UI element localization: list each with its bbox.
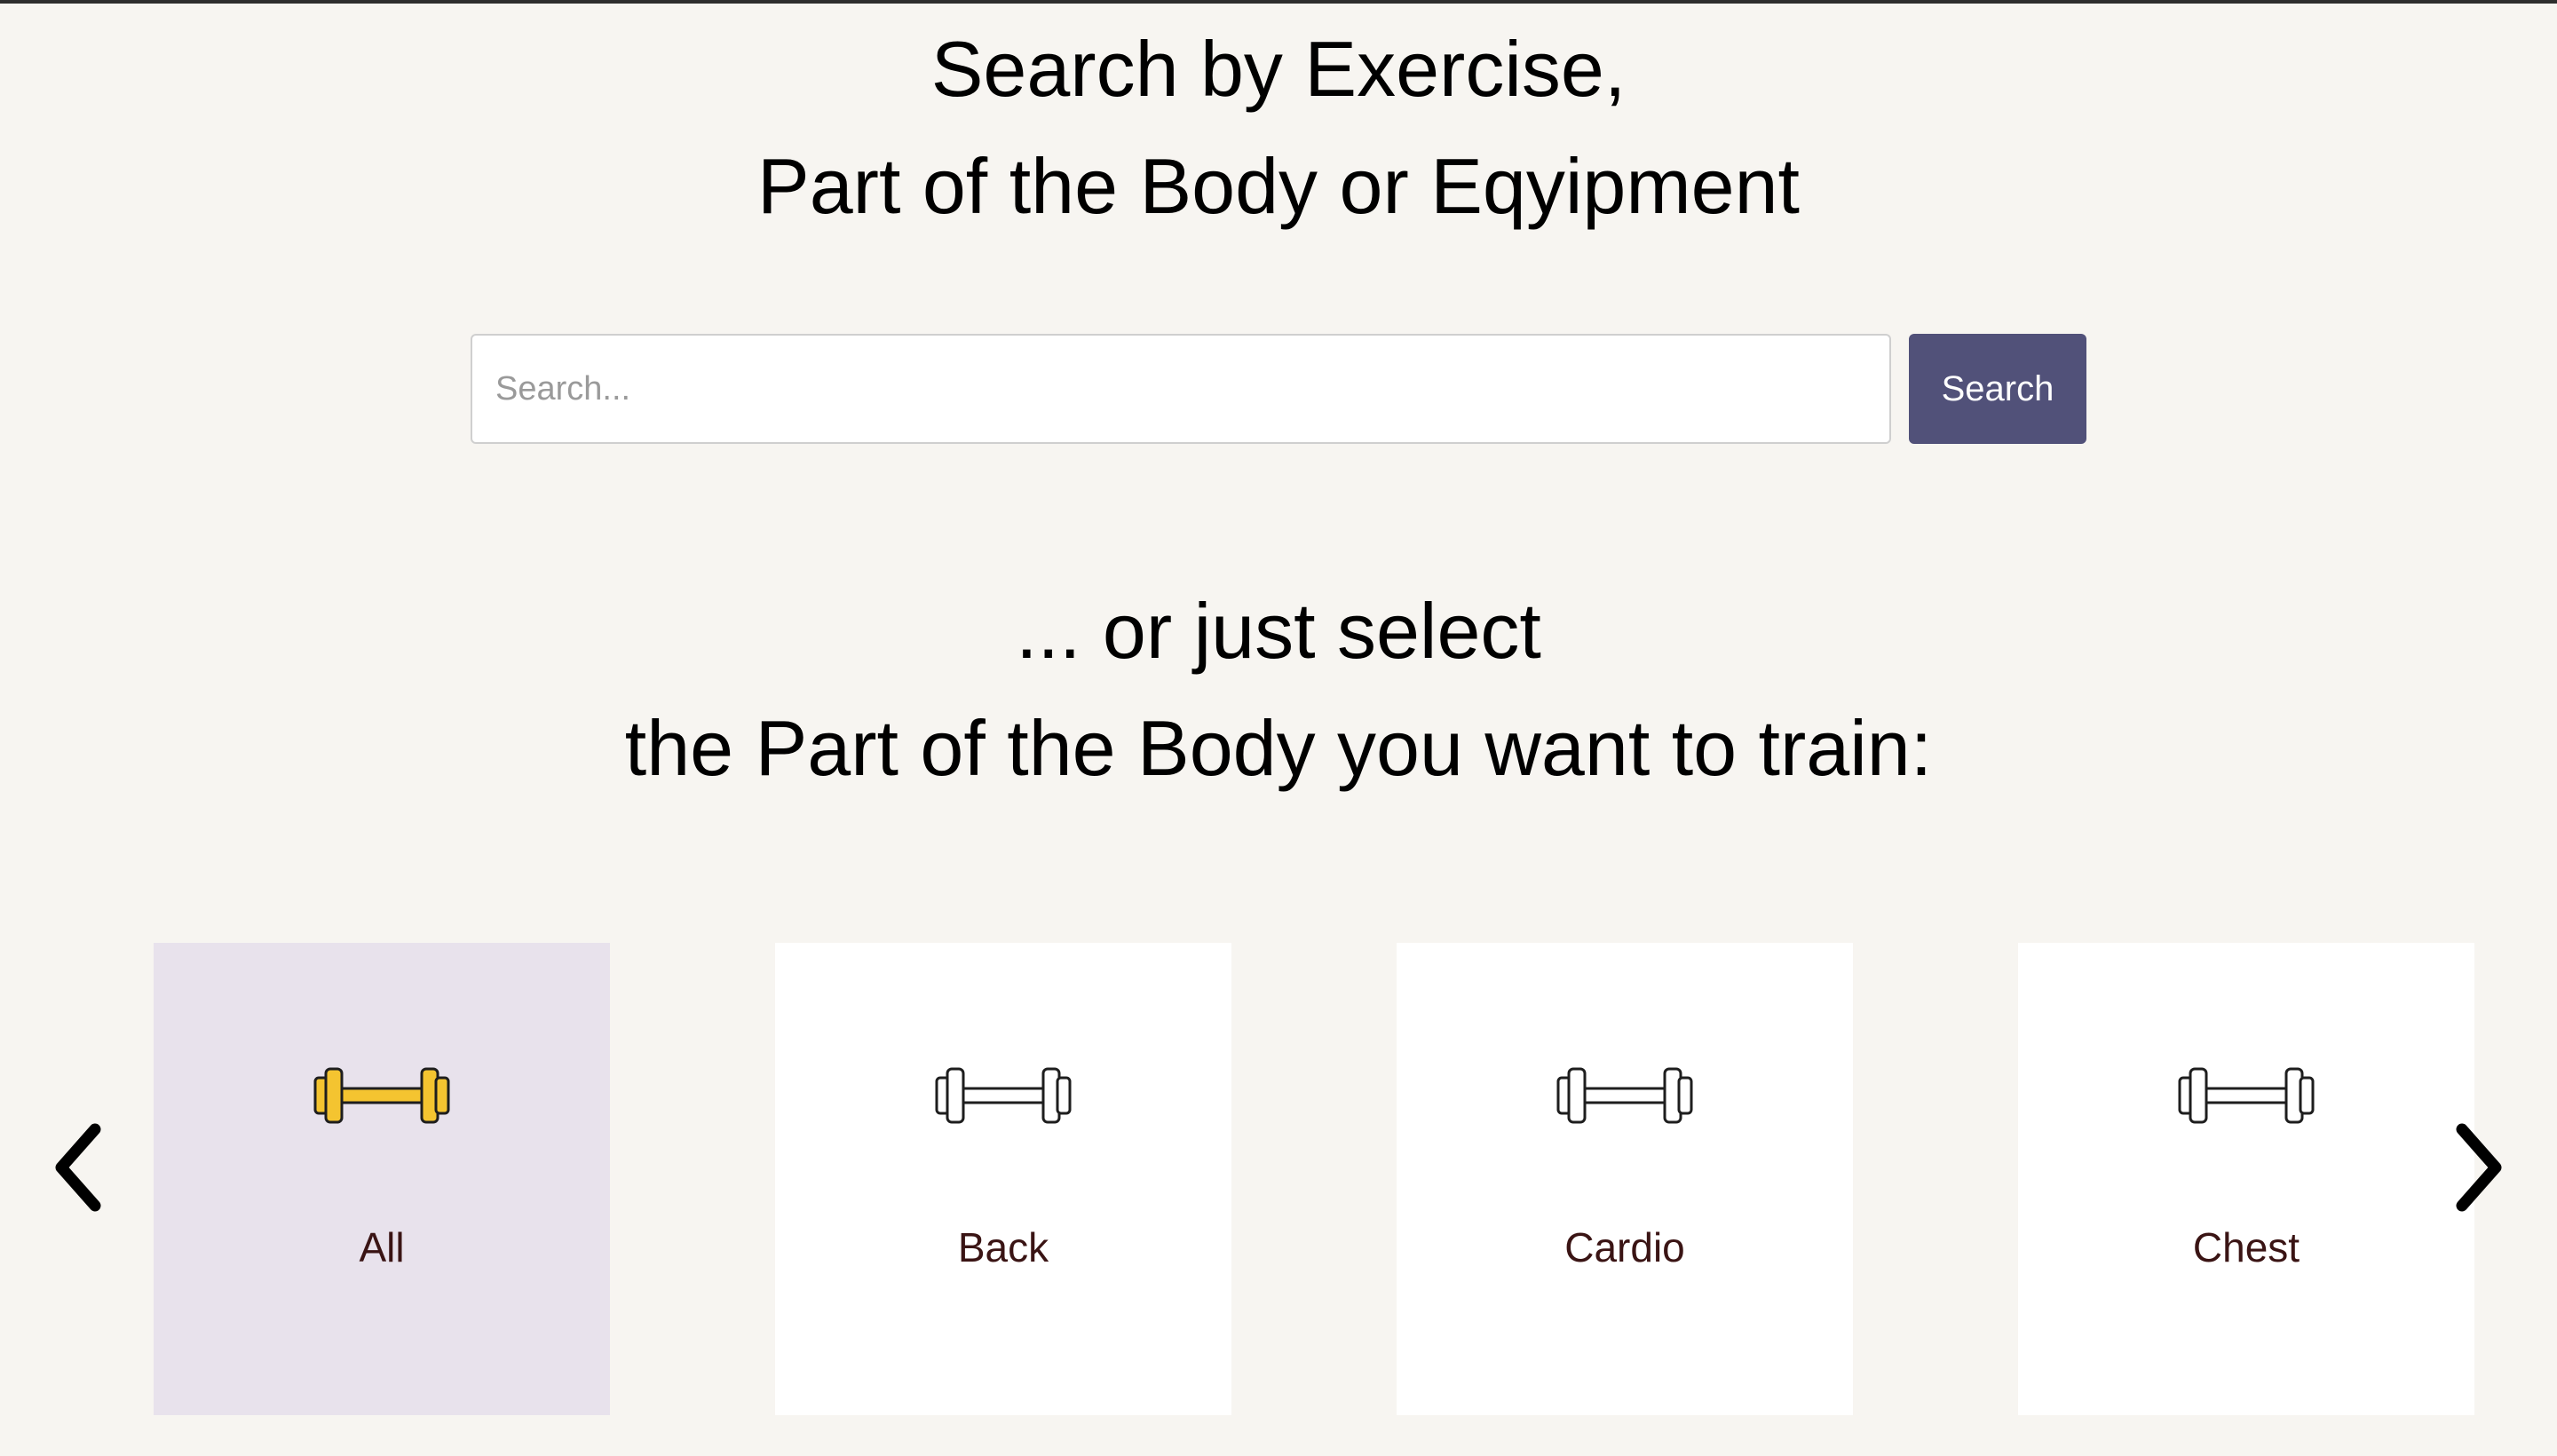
search-bar: Search — [471, 334, 2086, 444]
page-title-line-1: Search by Exercise, — [930, 25, 1627, 113]
body-part-carousel: All Back Cardio Chest — [0, 941, 2557, 1417]
dumbbell-icon — [313, 1067, 450, 1124]
body-part-label: Cardio — [1564, 1224, 1685, 1270]
carousel-prev-button[interactable] — [36, 1110, 124, 1225]
page-title-line-2: Part of the Body or Eqyipment — [757, 142, 1800, 230]
carousel-next-button[interactable] — [2433, 1110, 2521, 1225]
body-part-label: Chest — [2192, 1224, 2300, 1270]
chevron-right-icon — [2456, 1123, 2502, 1212]
body-part-card-chest[interactable]: Chest — [2018, 943, 2474, 1415]
page: Search by Exercise, Part of the Body or … — [0, 0, 2557, 1456]
select-prompt: ... or just select the Part of the Body … — [0, 573, 2557, 807]
select-prompt-line-2: the Part of the Body you want to train: — [624, 704, 1933, 792]
page-title: Search by Exercise, Part of the Body or … — [0, 11, 2557, 245]
body-part-label: All — [359, 1224, 405, 1270]
dumbbell-icon — [935, 1067, 1072, 1124]
dumbbell-icon — [2178, 1067, 2315, 1124]
body-part-card-all[interactable]: All — [154, 943, 610, 1415]
search-input[interactable] — [471, 334, 1891, 444]
body-part-card-back[interactable]: Back — [775, 943, 1231, 1415]
top-divider — [0, 0, 2557, 4]
dumbbell-icon — [1556, 1067, 1693, 1124]
search-button[interactable]: Search — [1909, 334, 2086, 444]
body-part-label: Back — [957, 1224, 1049, 1270]
select-prompt-line-1: ... or just select — [1016, 587, 1541, 675]
body-part-card-cardio[interactable]: Cardio — [1397, 943, 1853, 1415]
chevron-left-icon — [55, 1123, 101, 1212]
